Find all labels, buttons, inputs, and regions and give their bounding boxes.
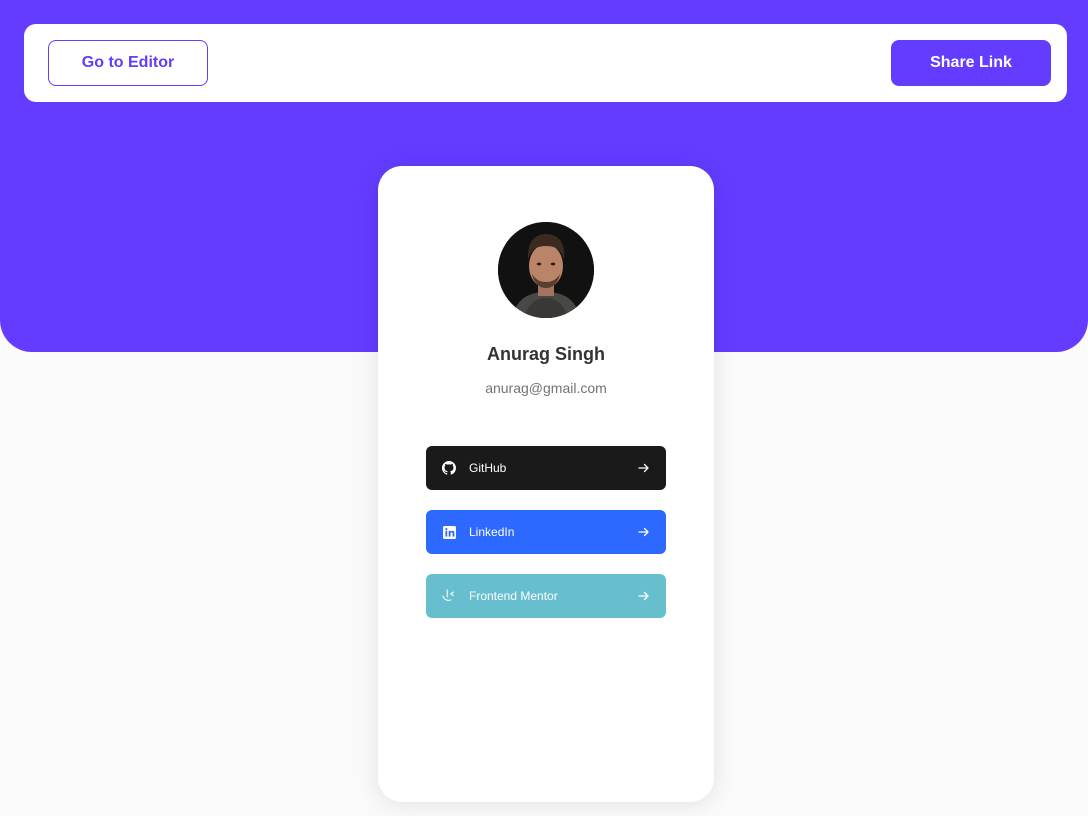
arrow-right-icon	[638, 526, 650, 538]
profile-email: anurag@gmail.com	[485, 380, 607, 396]
top-navbar: Go to Editor Share Link	[24, 24, 1067, 102]
link-list: GitHub LinkedIn Frontend Mentor	[426, 446, 666, 638]
arrow-right-icon	[638, 590, 650, 602]
share-link-button[interactable]: Share Link	[891, 40, 1051, 86]
link-label: GitHub	[469, 461, 507, 475]
link-github[interactable]: GitHub	[426, 446, 666, 490]
go-to-editor-button[interactable]: Go to Editor	[48, 40, 208, 86]
link-linkedin[interactable]: LinkedIn	[426, 510, 666, 554]
arrow-right-icon	[638, 462, 650, 474]
link-label: Frontend Mentor	[469, 589, 558, 603]
github-icon	[442, 461, 456, 475]
profile-name: Anurag Singh	[487, 344, 605, 364]
avatar	[498, 222, 594, 318]
link-label: LinkedIn	[469, 525, 515, 539]
linkedin-icon	[442, 525, 456, 539]
link-frontend-mentor[interactable]: Frontend Mentor	[426, 574, 666, 618]
frontend-mentor-icon	[442, 589, 456, 603]
profile-card: Anurag Singh anurag@gmail.com GitHub Lin…	[378, 166, 714, 802]
